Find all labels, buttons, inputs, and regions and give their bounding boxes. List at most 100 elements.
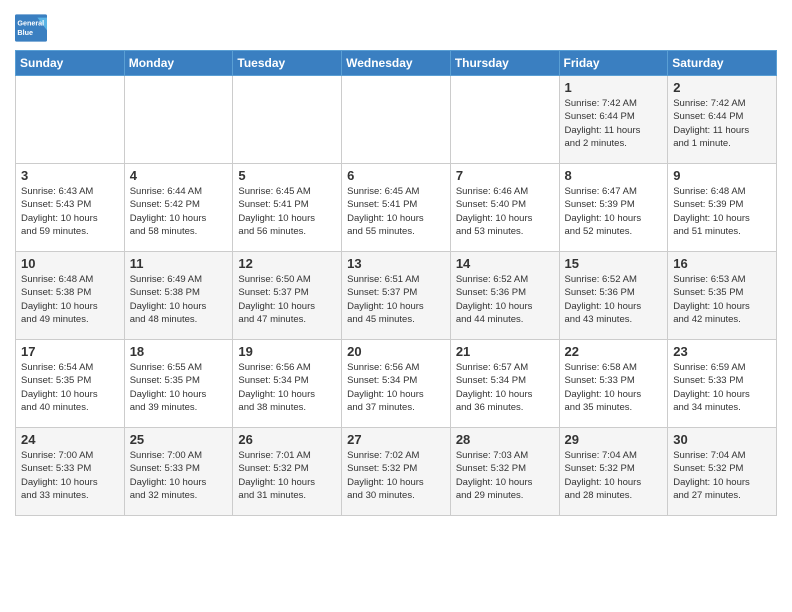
day-number: 24 bbox=[21, 432, 119, 447]
day-cell: 18 Sunrise: 6:55 AM Sunset: 5:35 PM Dayli… bbox=[124, 340, 233, 428]
calendar-header: SundayMondayTuesdayWednesdayThursdayFrid… bbox=[16, 51, 777, 76]
day-number: 20 bbox=[347, 344, 445, 359]
day-cell: 12Sunrise: 6:50 AM Sunset: 5:37 PM Dayli… bbox=[233, 252, 342, 340]
header-cell-thursday: Thursday bbox=[450, 51, 559, 76]
day-number: 12 bbox=[238, 256, 336, 271]
day-number: 18 bbox=[130, 344, 228, 359]
day-info: Sunrise: 6:47 AM Sunset: 5:39 PM Dayligh… bbox=[565, 185, 663, 238]
day-number: 11 bbox=[130, 256, 228, 271]
day-info: Sunrise: 6:52 AM Sunset: 5:36 PM Dayligh… bbox=[565, 273, 663, 326]
day-info: Sunrise: 6:45 AM Sunset: 5:41 PM Dayligh… bbox=[238, 185, 336, 238]
day-number: 27 bbox=[347, 432, 445, 447]
header-cell-friday: Friday bbox=[559, 51, 668, 76]
day-number: 21 bbox=[456, 344, 554, 359]
header-cell-saturday: Saturday bbox=[668, 51, 777, 76]
day-cell: 22 Sunrise: 6:58 AM Sunset: 5:33 PM Dayli… bbox=[559, 340, 668, 428]
day-number: 7 bbox=[456, 168, 554, 183]
day-cell bbox=[16, 76, 125, 164]
day-cell bbox=[233, 76, 342, 164]
day-cell: 11 Sunrise: 6:49 AM Sunset: 5:38 PM Dayli… bbox=[124, 252, 233, 340]
day-number: 22 bbox=[565, 344, 663, 359]
day-number: 14 bbox=[456, 256, 554, 271]
day-cell: 28 Sunrise: 7:03 AM Sunset: 5:32 PM Dayli… bbox=[450, 428, 559, 516]
day-number: 25 bbox=[130, 432, 228, 447]
day-info: Sunrise: 7:42 AM Sunset: 6:44 PM Dayligh… bbox=[565, 97, 663, 150]
day-info: Sunrise: 6:58 AM Sunset: 5:33 PM Dayligh… bbox=[565, 361, 663, 414]
day-info: Sunrise: 6:43 AM Sunset: 5:43 PM Dayligh… bbox=[21, 185, 119, 238]
day-cell bbox=[342, 76, 451, 164]
day-info: Sunrise: 6:49 AM Sunset: 5:38 PM Dayligh… bbox=[130, 273, 228, 326]
day-cell bbox=[450, 76, 559, 164]
day-cell: 21 Sunrise: 6:57 AM Sunset: 5:34 PM Dayli… bbox=[450, 340, 559, 428]
day-cell: 6Sunrise: 6:45 AM Sunset: 5:41 PM Daylig… bbox=[342, 164, 451, 252]
logo: General Blue bbox=[15, 14, 47, 42]
svg-text:Blue: Blue bbox=[17, 28, 33, 37]
day-info: Sunrise: 6:48 AM Sunset: 5:39 PM Dayligh… bbox=[673, 185, 771, 238]
day-cell: 17Sunrise: 6:54 AM Sunset: 5:35 PM Dayli… bbox=[16, 340, 125, 428]
day-cell bbox=[124, 76, 233, 164]
day-info: Sunrise: 6:53 AM Sunset: 5:35 PM Dayligh… bbox=[673, 273, 771, 326]
day-cell: 9 Sunrise: 6:48 AM Sunset: 5:39 PM Daylig… bbox=[668, 164, 777, 252]
day-cell: 10 Sunrise: 6:48 AM Sunset: 5:38 PM Dayli… bbox=[16, 252, 125, 340]
day-number: 15 bbox=[565, 256, 663, 271]
day-info: Sunrise: 6:48 AM Sunset: 5:38 PM Dayligh… bbox=[21, 273, 119, 326]
day-info: Sunrise: 6:54 AM Sunset: 5:35 PM Dayligh… bbox=[21, 361, 119, 414]
day-info: Sunrise: 7:01 AM Sunset: 5:32 PM Dayligh… bbox=[238, 449, 336, 502]
day-info: Sunrise: 7:04 AM Sunset: 5:32 PM Dayligh… bbox=[565, 449, 663, 502]
header-cell-sunday: Sunday bbox=[16, 51, 125, 76]
day-number: 16 bbox=[673, 256, 771, 271]
day-cell: 19Sunrise: 6:56 AM Sunset: 5:34 PM Dayli… bbox=[233, 340, 342, 428]
day-number: 26 bbox=[238, 432, 336, 447]
week-row-1: 1 Sunrise: 7:42 AM Sunset: 6:44 PM Daylig… bbox=[16, 76, 777, 164]
day-number: 10 bbox=[21, 256, 119, 271]
day-cell: 3 Sunrise: 6:43 AM Sunset: 5:43 PM Daylig… bbox=[16, 164, 125, 252]
day-number: 2 bbox=[673, 80, 771, 95]
week-row-2: 3 Sunrise: 6:43 AM Sunset: 5:43 PM Daylig… bbox=[16, 164, 777, 252]
day-info: Sunrise: 6:59 AM Sunset: 5:33 PM Dayligh… bbox=[673, 361, 771, 414]
day-info: Sunrise: 7:02 AM Sunset: 5:32 PM Dayligh… bbox=[347, 449, 445, 502]
day-cell: 5 Sunrise: 6:45 AM Sunset: 5:41 PM Daylig… bbox=[233, 164, 342, 252]
day-number: 29 bbox=[565, 432, 663, 447]
logo-icon: General Blue bbox=[15, 14, 47, 42]
page-header: General Blue bbox=[15, 10, 777, 42]
day-info: Sunrise: 6:45 AM Sunset: 5:41 PM Dayligh… bbox=[347, 185, 445, 238]
svg-text:General: General bbox=[17, 19, 44, 28]
day-number: 13 bbox=[347, 256, 445, 271]
day-cell: 29 Sunrise: 7:04 AM Sunset: 5:32 PM Dayli… bbox=[559, 428, 668, 516]
day-info: Sunrise: 7:03 AM Sunset: 5:32 PM Dayligh… bbox=[456, 449, 554, 502]
day-info: Sunrise: 6:51 AM Sunset: 5:37 PM Dayligh… bbox=[347, 273, 445, 326]
day-info: Sunrise: 6:44 AM Sunset: 5:42 PM Dayligh… bbox=[130, 185, 228, 238]
day-number: 8 bbox=[565, 168, 663, 183]
day-number: 5 bbox=[238, 168, 336, 183]
day-number: 3 bbox=[21, 168, 119, 183]
day-cell: 20Sunrise: 6:56 AM Sunset: 5:34 PM Dayli… bbox=[342, 340, 451, 428]
day-number: 9 bbox=[673, 168, 771, 183]
day-info: Sunrise: 7:42 AM Sunset: 6:44 PM Dayligh… bbox=[673, 97, 771, 150]
day-cell: 24 Sunrise: 7:00 AM Sunset: 5:33 PM Dayli… bbox=[16, 428, 125, 516]
header-cell-monday: Monday bbox=[124, 51, 233, 76]
day-number: 19 bbox=[238, 344, 336, 359]
calendar-body: 1 Sunrise: 7:42 AM Sunset: 6:44 PM Daylig… bbox=[16, 76, 777, 516]
day-info: Sunrise: 7:00 AM Sunset: 5:33 PM Dayligh… bbox=[21, 449, 119, 502]
day-cell: 15 Sunrise: 6:52 AM Sunset: 5:36 PM Dayli… bbox=[559, 252, 668, 340]
day-cell: 8 Sunrise: 6:47 AM Sunset: 5:39 PM Daylig… bbox=[559, 164, 668, 252]
day-info: Sunrise: 6:57 AM Sunset: 5:34 PM Dayligh… bbox=[456, 361, 554, 414]
day-cell: 7Sunrise: 6:46 AM Sunset: 5:40 PM Daylig… bbox=[450, 164, 559, 252]
day-info: Sunrise: 6:52 AM Sunset: 5:36 PM Dayligh… bbox=[456, 273, 554, 326]
day-number: 28 bbox=[456, 432, 554, 447]
day-cell: 25 Sunrise: 7:00 AM Sunset: 5:33 PM Dayli… bbox=[124, 428, 233, 516]
day-cell: 16 Sunrise: 6:53 AM Sunset: 5:35 PM Dayli… bbox=[668, 252, 777, 340]
day-number: 23 bbox=[673, 344, 771, 359]
day-cell: 27 Sunrise: 7:02 AM Sunset: 5:32 PM Dayli… bbox=[342, 428, 451, 516]
day-cell: 1 Sunrise: 7:42 AM Sunset: 6:44 PM Daylig… bbox=[559, 76, 668, 164]
week-row-3: 10 Sunrise: 6:48 AM Sunset: 5:38 PM Dayli… bbox=[16, 252, 777, 340]
week-row-4: 17Sunrise: 6:54 AM Sunset: 5:35 PM Dayli… bbox=[16, 340, 777, 428]
day-info: Sunrise: 6:55 AM Sunset: 5:35 PM Dayligh… bbox=[130, 361, 228, 414]
day-info: Sunrise: 7:00 AM Sunset: 5:33 PM Dayligh… bbox=[130, 449, 228, 502]
day-cell: 23 Sunrise: 6:59 AM Sunset: 5:33 PM Dayli… bbox=[668, 340, 777, 428]
day-number: 30 bbox=[673, 432, 771, 447]
day-number: 1 bbox=[565, 80, 663, 95]
day-cell: 4Sunrise: 6:44 AM Sunset: 5:42 PM Daylig… bbox=[124, 164, 233, 252]
day-cell: 13 Sunrise: 6:51 AM Sunset: 5:37 PM Dayli… bbox=[342, 252, 451, 340]
week-row-5: 24 Sunrise: 7:00 AM Sunset: 5:33 PM Dayli… bbox=[16, 428, 777, 516]
